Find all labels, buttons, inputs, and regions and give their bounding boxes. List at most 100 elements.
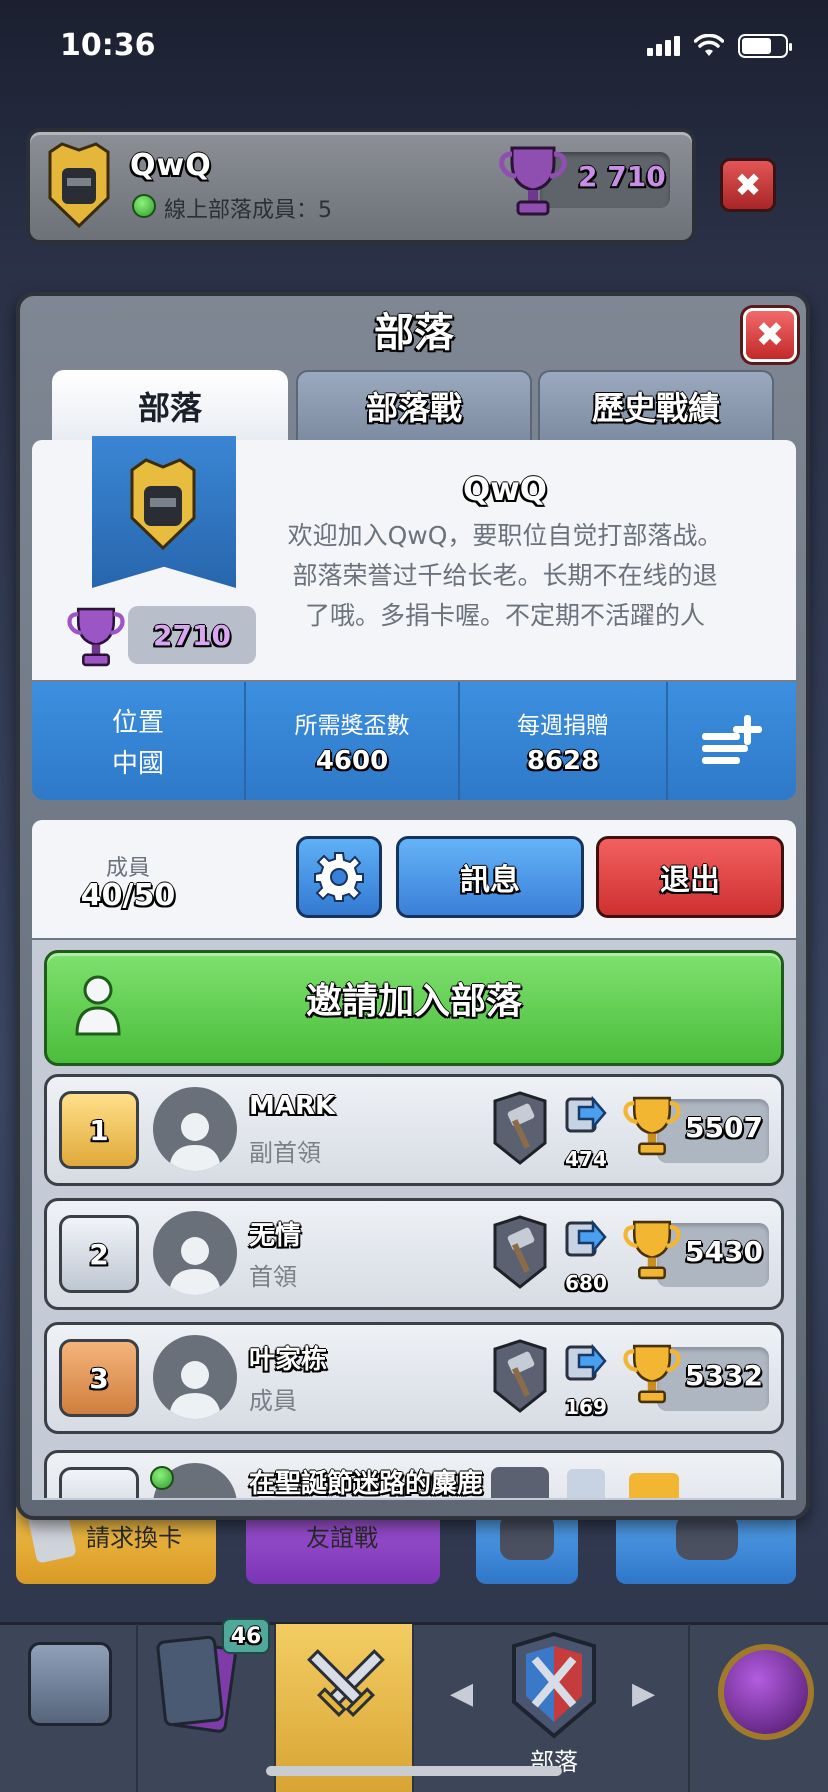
more-info-button[interactable] — [668, 682, 796, 800]
clan-name: QwQ — [463, 470, 547, 508]
status-icons — [647, 34, 792, 58]
status-time: 10:36 — [60, 28, 156, 63]
tab-clan-war[interactable]: 部落戰 — [296, 370, 532, 442]
avatar — [153, 1335, 237, 1419]
clan-description-line: 了哦。多捐卡喔。不定期不活躍的人 — [304, 601, 705, 630]
battery-icon — [738, 34, 792, 58]
stat-required-trophies: 所需獎盃數 4600 — [246, 682, 460, 800]
donation-icon — [565, 1219, 607, 1257]
dialog-title: 部落 — [374, 310, 454, 356]
nav-left-arrow-icon: ◀ — [450, 1676, 474, 1711]
nav-right-arrow-icon: ▶ — [632, 1676, 656, 1711]
stat-required-value: 4600 — [315, 746, 389, 776]
top-clan-name: QwQ — [130, 148, 212, 183]
clan-badge-icon — [130, 458, 196, 550]
top-trophy-count: 2 710 — [578, 160, 666, 193]
message-button[interactable]: 訊息 — [396, 836, 584, 918]
home-indicator — [266, 1766, 562, 1776]
banner-close-button[interactable]: ✖ — [720, 158, 776, 212]
rank-badge — [59, 1467, 139, 1498]
signal-icon — [647, 36, 680, 56]
member-name: MARK — [249, 1091, 336, 1121]
clan-trophy-count: 2710 — [128, 606, 256, 664]
donation-count: 680 — [565, 1271, 607, 1295]
person-icon — [169, 1237, 221, 1295]
cards-notification-badge: 46 — [222, 1618, 270, 1654]
member-role: 成員 — [249, 1387, 297, 1415]
clan-description: 欢迎加入QwQ，要职位自觉打部落战。 部落荣誉过千给长老。长期不在线的退 了哦。… — [270, 516, 740, 636]
chest-icon — [28, 1642, 112, 1726]
avatar — [153, 1211, 237, 1295]
member-row[interactable]: 2 无情 首領 680 5430 — [44, 1198, 784, 1310]
online-indicator-icon — [132, 194, 156, 218]
gold-trophy-icon — [623, 1096, 681, 1156]
member-name: 叶家栋 — [249, 1345, 328, 1375]
member-role: 首領 — [249, 1263, 297, 1291]
elixir-icon — [718, 1644, 814, 1740]
message-button-label: 訊息 — [460, 863, 520, 898]
request-cards-label: 請求換卡 — [86, 1524, 182, 1552]
member-name: 无情 — [249, 1221, 302, 1251]
list-add-icon — [702, 715, 762, 764]
close-icon: ✖ — [755, 315, 785, 355]
clan-description-line: 部落荣誉过千给长老。长期不在线的退 — [292, 561, 718, 590]
arena-hammer-icon — [493, 1339, 547, 1413]
chat-icon — [676, 1514, 738, 1560]
card-icon — [155, 1635, 225, 1727]
clan-badge-icon — [48, 142, 110, 228]
tab-clan-label: 部落 — [137, 389, 202, 427]
trophy-icon — [499, 146, 567, 216]
clan-banner[interactable]: QwQ 線上部落成員：5 2 710 — [26, 128, 696, 244]
stat-required-label: 所需獎盃數 — [294, 713, 410, 739]
donation-count: 474 — [565, 1147, 607, 1171]
crossed-swords-icon — [307, 1649, 385, 1717]
stat-location-label: 位置 — [111, 708, 164, 738]
leave-button[interactable]: 退出 — [596, 836, 784, 918]
donation-icon — [565, 1095, 607, 1133]
member-row[interactable]: 1 MARK 副首領 474 5507 — [44, 1074, 784, 1186]
tab-war-history[interactable]: 歷史戰績 — [538, 370, 774, 442]
members-count: 40/50 — [80, 878, 176, 913]
gear-icon — [314, 852, 364, 902]
rank-badge: 1 — [59, 1091, 139, 1169]
tab-war-history-label: 歷史戰績 — [591, 389, 720, 427]
gold-trophy-icon — [629, 1473, 679, 1498]
nav-events[interactable] — [690, 1624, 828, 1792]
stat-weekly-donations: 每週捐贈 8628 — [460, 682, 668, 800]
stat-location: 位置 中國 — [32, 682, 246, 800]
member-role: 副首領 — [249, 1139, 321, 1167]
close-icon: ✖ — [734, 166, 762, 204]
person-icon — [169, 1361, 221, 1419]
stat-donations-value: 8628 — [526, 746, 600, 776]
trophy-icon — [67, 607, 125, 667]
clan-stats-bar: 位置 中國 所需獎盃數 4600 每週捐贈 8628 — [32, 682, 796, 800]
member-name: 在聖誕節迷路的麋鹿 — [249, 1469, 484, 1498]
gold-trophy-icon — [623, 1220, 681, 1280]
wifi-icon — [694, 34, 724, 56]
donation-icon — [565, 1343, 607, 1381]
leave-button-label: 退出 — [660, 863, 720, 898]
gold-trophy-icon — [623, 1344, 681, 1404]
settings-button[interactable] — [296, 836, 382, 918]
clan-description-line: 欢迎加入QwQ，要职位自觉打部落战。 — [287, 521, 723, 550]
tab-clan-war-label: 部落戰 — [365, 389, 462, 427]
member-row[interactable]: 3 叶家栋 成員 169 5332 — [44, 1322, 784, 1434]
donation-icon — [567, 1469, 605, 1498]
friendly-battle-label: 友誼戰 — [306, 1524, 378, 1552]
online-indicator-icon — [150, 1466, 174, 1490]
nav-shop[interactable] — [0, 1624, 138, 1792]
rank-badge: 3 — [59, 1339, 139, 1417]
member-trophies: 5430 — [685, 1235, 763, 1268]
clan-shield-icon — [512, 1632, 596, 1739]
rank-badge: 2 — [59, 1215, 139, 1293]
arena-hammer-icon — [493, 1091, 547, 1165]
stat-location-value: 中國 — [111, 749, 164, 779]
dialog-close-button[interactable]: ✖ — [743, 308, 797, 362]
avatar — [153, 1087, 237, 1171]
donation-count: 169 — [565, 1395, 607, 1419]
tab-clan[interactable]: 部落 — [52, 370, 288, 442]
arena-hammer-icon — [493, 1215, 547, 1289]
online-members-text: 線上部落成員：5 — [164, 198, 332, 223]
invite-button-label: 邀請加入部落 — [305, 981, 522, 1022]
emote-icon — [500, 1514, 554, 1560]
